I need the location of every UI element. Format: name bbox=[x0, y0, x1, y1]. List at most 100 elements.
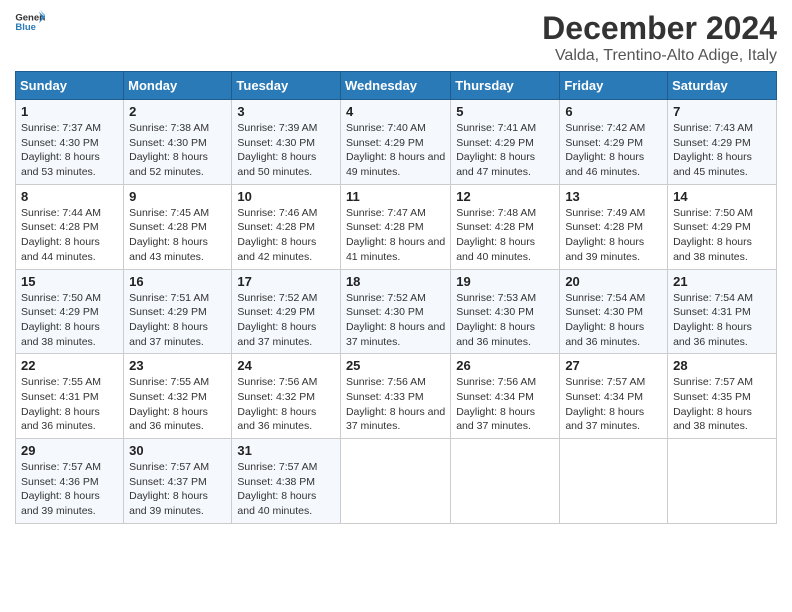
sunset-label: Sunset: 4:29 PM bbox=[673, 137, 751, 149]
day-number: 3 bbox=[237, 104, 335, 119]
day-of-week-header: Saturday bbox=[668, 72, 777, 100]
sunset-label: Sunset: 4:33 PM bbox=[346, 391, 424, 403]
calendar-week-row: 29 Sunrise: 7:57 AM Sunset: 4:36 PM Dayl… bbox=[16, 439, 777, 524]
sunset-label: Sunset: 4:30 PM bbox=[21, 137, 99, 149]
daylight-label: Daylight: 8 hours and 36 minutes. bbox=[129, 406, 208, 433]
calendar-cell: 20 Sunrise: 7:54 AM Sunset: 4:30 PM Dayl… bbox=[560, 269, 668, 354]
sunset-label: Sunset: 4:32 PM bbox=[129, 391, 207, 403]
calendar-cell bbox=[451, 439, 560, 524]
calendar-cell: 27 Sunrise: 7:57 AM Sunset: 4:34 PM Dayl… bbox=[560, 354, 668, 439]
sunrise-label: Sunrise: 7:57 AM bbox=[129, 461, 209, 473]
day-info: Sunrise: 7:52 AM Sunset: 4:29 PM Dayligh… bbox=[237, 291, 335, 350]
sunrise-label: Sunrise: 7:52 AM bbox=[237, 292, 317, 304]
day-number: 31 bbox=[237, 443, 335, 458]
calendar-cell: 16 Sunrise: 7:51 AM Sunset: 4:29 PM Dayl… bbox=[124, 269, 232, 354]
sunrise-label: Sunrise: 7:40 AM bbox=[346, 122, 426, 134]
day-number: 1 bbox=[21, 104, 118, 119]
day-number: 13 bbox=[565, 189, 662, 204]
daylight-label: Daylight: 8 hours and 39 minutes. bbox=[565, 236, 644, 263]
day-info: Sunrise: 7:55 AM Sunset: 4:32 PM Dayligh… bbox=[129, 375, 226, 434]
day-of-week-header: Tuesday bbox=[232, 72, 341, 100]
sunset-label: Sunset: 4:29 PM bbox=[456, 137, 534, 149]
day-number: 6 bbox=[565, 104, 662, 119]
title-area: December 2024 Valda, Trentino-Alto Adige… bbox=[542, 10, 777, 65]
daylight-label: Daylight: 8 hours and 45 minutes. bbox=[673, 151, 752, 178]
daylight-label: Daylight: 8 hours and 37 minutes. bbox=[129, 321, 208, 348]
sunset-label: Sunset: 4:31 PM bbox=[673, 306, 751, 318]
day-number: 20 bbox=[565, 274, 662, 289]
day-number: 4 bbox=[346, 104, 445, 119]
day-number: 15 bbox=[21, 274, 118, 289]
sunset-label: Sunset: 4:34 PM bbox=[565, 391, 643, 403]
daylight-label: Daylight: 8 hours and 43 minutes. bbox=[129, 236, 208, 263]
sunrise-label: Sunrise: 7:51 AM bbox=[129, 292, 209, 304]
day-info: Sunrise: 7:38 AM Sunset: 4:30 PM Dayligh… bbox=[129, 121, 226, 180]
calendar-week-row: 8 Sunrise: 7:44 AM Sunset: 4:28 PM Dayli… bbox=[16, 184, 777, 269]
day-number: 9 bbox=[129, 189, 226, 204]
sunset-label: Sunset: 4:28 PM bbox=[565, 221, 643, 233]
daylight-label: Daylight: 8 hours and 37 minutes. bbox=[565, 406, 644, 433]
sunset-label: Sunset: 4:37 PM bbox=[129, 476, 207, 488]
calendar-cell: 24 Sunrise: 7:56 AM Sunset: 4:32 PM Dayl… bbox=[232, 354, 341, 439]
day-of-week-header: Thursday bbox=[451, 72, 560, 100]
daylight-label: Daylight: 8 hours and 37 minutes. bbox=[346, 406, 445, 433]
sunrise-label: Sunrise: 7:45 AM bbox=[129, 207, 209, 219]
calendar-cell: 14 Sunrise: 7:50 AM Sunset: 4:29 PM Dayl… bbox=[668, 184, 777, 269]
subtitle: Valda, Trentino-Alto Adige, Italy bbox=[542, 47, 777, 65]
daylight-label: Daylight: 8 hours and 38 minutes. bbox=[673, 236, 752, 263]
sunrise-label: Sunrise: 7:54 AM bbox=[565, 292, 645, 304]
sunrise-label: Sunrise: 7:50 AM bbox=[21, 292, 101, 304]
calendar-cell: 12 Sunrise: 7:48 AM Sunset: 4:28 PM Dayl… bbox=[451, 184, 560, 269]
day-info: Sunrise: 7:45 AM Sunset: 4:28 PM Dayligh… bbox=[129, 206, 226, 265]
daylight-label: Daylight: 8 hours and 37 minutes. bbox=[237, 321, 316, 348]
sunset-label: Sunset: 4:32 PM bbox=[237, 391, 315, 403]
calendar-cell: 8 Sunrise: 7:44 AM Sunset: 4:28 PM Dayli… bbox=[16, 184, 124, 269]
calendar-week-row: 15 Sunrise: 7:50 AM Sunset: 4:29 PM Dayl… bbox=[16, 269, 777, 354]
day-number: 8 bbox=[21, 189, 118, 204]
calendar-cell: 15 Sunrise: 7:50 AM Sunset: 4:29 PM Dayl… bbox=[16, 269, 124, 354]
sunset-label: Sunset: 4:29 PM bbox=[237, 306, 315, 318]
calendar-cell: 18 Sunrise: 7:52 AM Sunset: 4:30 PM Dayl… bbox=[340, 269, 450, 354]
day-info: Sunrise: 7:39 AM Sunset: 4:30 PM Dayligh… bbox=[237, 121, 335, 180]
sunset-label: Sunset: 4:28 PM bbox=[456, 221, 534, 233]
day-of-week-header: Sunday bbox=[16, 72, 124, 100]
calendar-cell: 5 Sunrise: 7:41 AM Sunset: 4:29 PM Dayli… bbox=[451, 100, 560, 185]
daylight-label: Daylight: 8 hours and 36 minutes. bbox=[456, 321, 535, 348]
sunrise-label: Sunrise: 7:48 AM bbox=[456, 207, 536, 219]
sunrise-label: Sunrise: 7:46 AM bbox=[237, 207, 317, 219]
daylight-label: Daylight: 8 hours and 46 minutes. bbox=[565, 151, 644, 178]
day-info: Sunrise: 7:54 AM Sunset: 4:30 PM Dayligh… bbox=[565, 291, 662, 350]
sunrise-label: Sunrise: 7:37 AM bbox=[21, 122, 101, 134]
sunset-label: Sunset: 4:29 PM bbox=[346, 137, 424, 149]
sunset-label: Sunset: 4:30 PM bbox=[565, 306, 643, 318]
day-info: Sunrise: 7:47 AM Sunset: 4:28 PM Dayligh… bbox=[346, 206, 445, 265]
sunrise-label: Sunrise: 7:55 AM bbox=[129, 376, 209, 388]
calendar-cell bbox=[340, 439, 450, 524]
sunset-label: Sunset: 4:30 PM bbox=[129, 137, 207, 149]
day-info: Sunrise: 7:43 AM Sunset: 4:29 PM Dayligh… bbox=[673, 121, 771, 180]
day-number: 17 bbox=[237, 274, 335, 289]
daylight-label: Daylight: 8 hours and 39 minutes. bbox=[129, 490, 208, 517]
daylight-label: Daylight: 8 hours and 37 minutes. bbox=[346, 321, 445, 348]
day-number: 10 bbox=[237, 189, 335, 204]
daylight-label: Daylight: 8 hours and 39 minutes. bbox=[21, 490, 100, 517]
calendar-cell: 23 Sunrise: 7:55 AM Sunset: 4:32 PM Dayl… bbox=[124, 354, 232, 439]
day-number: 21 bbox=[673, 274, 771, 289]
sunset-label: Sunset: 4:28 PM bbox=[21, 221, 99, 233]
calendar: SundayMondayTuesdayWednesdayThursdayFrid… bbox=[15, 71, 777, 524]
day-number: 29 bbox=[21, 443, 118, 458]
calendar-cell: 26 Sunrise: 7:56 AM Sunset: 4:34 PM Dayl… bbox=[451, 354, 560, 439]
sunset-label: Sunset: 4:29 PM bbox=[673, 221, 751, 233]
sunrise-label: Sunrise: 7:57 AM bbox=[673, 376, 753, 388]
day-info: Sunrise: 7:51 AM Sunset: 4:29 PM Dayligh… bbox=[129, 291, 226, 350]
day-of-week-header: Wednesday bbox=[340, 72, 450, 100]
daylight-label: Daylight: 8 hours and 53 minutes. bbox=[21, 151, 100, 178]
calendar-cell: 6 Sunrise: 7:42 AM Sunset: 4:29 PM Dayli… bbox=[560, 100, 668, 185]
sunset-label: Sunset: 4:29 PM bbox=[565, 137, 643, 149]
day-info: Sunrise: 7:46 AM Sunset: 4:28 PM Dayligh… bbox=[237, 206, 335, 265]
daylight-label: Daylight: 8 hours and 44 minutes. bbox=[21, 236, 100, 263]
sunrise-label: Sunrise: 7:47 AM bbox=[346, 207, 426, 219]
day-info: Sunrise: 7:55 AM Sunset: 4:31 PM Dayligh… bbox=[21, 375, 118, 434]
calendar-cell: 30 Sunrise: 7:57 AM Sunset: 4:37 PM Dayl… bbox=[124, 439, 232, 524]
sunrise-label: Sunrise: 7:52 AM bbox=[346, 292, 426, 304]
